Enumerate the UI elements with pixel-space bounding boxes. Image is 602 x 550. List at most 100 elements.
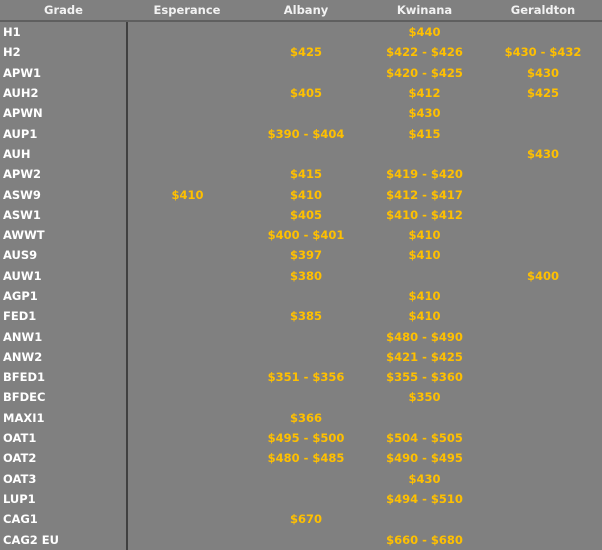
grade-cell: OAT3 <box>0 468 128 489</box>
price-cell-esperance <box>127 225 247 245</box>
price-cell-geraldton <box>484 326 602 346</box>
grade-cell: CAG2 EU <box>0 529 128 550</box>
price-cell-albany <box>247 326 365 346</box>
price-cell-esperance <box>127 123 247 143</box>
grade-cell: H2 <box>0 42 128 63</box>
price-cell-kwinana: $420 - $425 <box>386 65 463 80</box>
price-cell-geraldton: $400 <box>526 268 559 283</box>
price-cell-albany: $366 <box>289 410 322 425</box>
price-cell-esperance <box>127 428 247 448</box>
table-row: H2 $425 $422 - $426 $430 - $432 <box>0 42 602 63</box>
grade-cell: APWN <box>0 103 128 124</box>
table-row: BFED1 $351 - $356 $355 - $360 <box>0 367 602 388</box>
price-cell-esperance <box>127 144 247 164</box>
table-row: AGP1 $410 <box>0 285 602 307</box>
price-cell-esperance <box>127 63 247 83</box>
grade-cell: LUP1 <box>0 488 128 510</box>
price-cell-geraldton <box>484 408 602 428</box>
price-cell-kwinana: $422 - $426 <box>386 45 463 60</box>
price-cell-geraldton <box>484 245 602 265</box>
price-cell-esperance <box>127 103 247 123</box>
price-cell-esperance: $410 <box>171 187 204 202</box>
price-cell-geraldton <box>484 21 602 42</box>
price-cell-esperance <box>127 205 247 225</box>
price-cell-kwinana: $355 - $360 <box>386 370 463 385</box>
price-cell-geraldton <box>484 448 602 468</box>
price-cell-albany: $425 <box>289 45 322 60</box>
price-cell-geraldton <box>484 367 602 387</box>
price-cell-albany <box>247 489 365 509</box>
price-cell-kwinana: $494 - $510 <box>386 491 463 506</box>
price-cell-albany: $410 <box>289 187 322 202</box>
price-cell-geraldton <box>484 509 602 529</box>
price-cell-esperance <box>127 83 247 103</box>
price-cell-esperance <box>127 469 247 489</box>
price-cell-esperance <box>127 529 247 549</box>
header-grade: Grade <box>0 0 127 22</box>
grade-cell: BFED1 <box>0 367 128 388</box>
price-cell-kwinana <box>365 144 484 164</box>
table-row: AUP1 $390 - $404 $415 <box>0 123 602 144</box>
price-cell-geraldton <box>484 347 602 367</box>
price-cell-albany <box>247 103 365 123</box>
grade-cell: OAT2 <box>0 448 128 469</box>
price-cell-esperance <box>127 408 247 428</box>
price-cell-albany <box>247 387 365 407</box>
price-cell-kwinana: $410 <box>408 248 441 263</box>
price-cell-geraldton <box>484 184 602 204</box>
price-cell-albany <box>247 144 365 164</box>
price-table: Grade Esperance Albany Kwinana Geraldton… <box>0 0 602 550</box>
price-cell-kwinana <box>365 509 484 529</box>
table-row: APWN $430 <box>0 103 602 124</box>
table-row: AUS9 $397 $410 <box>0 245 602 266</box>
price-cell-esperance <box>127 326 247 346</box>
price-cell-kwinana: $480 - $490 <box>386 329 463 344</box>
price-cell-kwinana <box>365 408 484 428</box>
header-kwinana: Kwinana <box>365 0 484 22</box>
price-cell-kwinana: $410 <box>408 289 441 303</box>
table-row: OAT2 $480 - $485 $490 - $495 <box>0 448 602 469</box>
price-cell-geraldton <box>484 428 602 448</box>
table-row: OAT3 $430 <box>0 468 602 489</box>
price-cell-esperance <box>127 21 247 42</box>
table-row: BFDEC $350 <box>0 387 602 408</box>
table-row: ANW1 $480 - $490 <box>0 326 602 347</box>
price-cell-geraldton <box>484 489 602 509</box>
price-cell-albany <box>247 469 365 489</box>
price-cell-albany <box>247 21 365 42</box>
grade-cell: AGP1 <box>0 285 128 307</box>
price-cell-geraldton <box>484 103 602 123</box>
table-row: AUH2 $405 $412 $425 <box>0 82 602 104</box>
grade-cell: ASW9 <box>0 184 128 205</box>
price-cell-kwinana: $490 - $495 <box>386 451 463 466</box>
price-cell-geraldton <box>484 164 602 184</box>
header-esperance: Esperance <box>127 0 247 22</box>
price-cell-geraldton <box>484 529 602 549</box>
price-cell-kwinana: $504 - $505 <box>386 431 463 446</box>
grade-cell: CAG1 <box>0 509 128 530</box>
price-cell-kwinana: $440 <box>408 25 441 40</box>
table-body: H1 $440 H2 $425 $422 - $426 $430 - $432 APW1 $4… <box>0 21 602 550</box>
price-cell-geraldton <box>484 123 602 143</box>
price-cell-esperance <box>127 347 247 367</box>
header-albany: Albany <box>247 0 365 22</box>
price-cell-albany <box>247 347 365 367</box>
grade-cell: MAXI1 <box>0 407 128 428</box>
price-cell-kwinana: $410 - $412 <box>386 207 463 222</box>
price-cell-kwinana: $350 <box>408 390 441 405</box>
table-row: APW1 $420 - $425 $430 <box>0 62 602 83</box>
price-cell-esperance <box>127 286 247 306</box>
price-cell-albany: $390 - $404 <box>267 126 345 141</box>
price-cell-albany: $415 <box>289 167 322 182</box>
price-cell-albany: $405 <box>289 207 322 222</box>
table-row: H1 $440 <box>0 21 602 43</box>
price-cell-kwinana: $430 <box>408 106 441 121</box>
price-cell-geraldton <box>484 469 602 489</box>
price-cell-albany: $495 - $500 <box>267 431 345 446</box>
price-cell-esperance <box>127 42 247 62</box>
table-row: APW2 $415 $419 - $420 <box>0 164 602 185</box>
header-row: Grade Esperance Albany Kwinana Geraldton <box>0 0 602 22</box>
table-row: AUW1 $380 $400 <box>0 265 602 286</box>
table-row: ANW2 $421 - $425 <box>0 346 602 368</box>
price-cell-albany <box>247 529 365 549</box>
